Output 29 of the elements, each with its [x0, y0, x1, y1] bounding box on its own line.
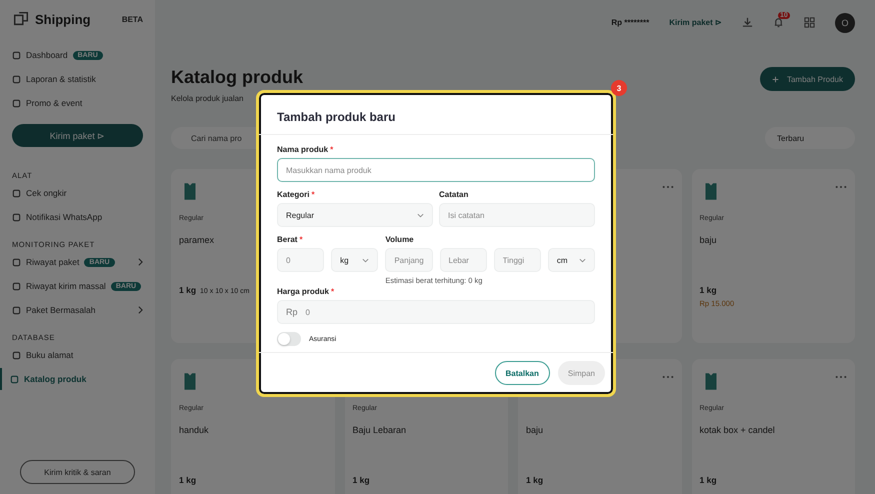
required-mark: * — [331, 287, 334, 296]
product-weight: 1 kg — [526, 475, 544, 485]
product-name: paramex — [179, 235, 214, 245]
product-weight: 1 kg — [700, 475, 717, 485]
product-name: baju — [700, 235, 717, 245]
dialog-title: Tambah produk baru — [259, 93, 613, 135]
product-weight: 1 kg — [352, 475, 370, 485]
balance-text: Rp ******** — [611, 18, 650, 27]
product-weight: 1 kg — [700, 285, 717, 295]
field-label: Volume — [385, 235, 414, 244]
app-logo: Shipping — [35, 12, 91, 26]
field-label: Kategori — [277, 190, 310, 199]
product-name: Baju Lebaran — [352, 425, 406, 435]
required-mark: * — [330, 145, 334, 154]
product-weight: 1 kg — [179, 475, 196, 485]
field-label: Harga produk — [277, 287, 330, 296]
step-marker: 3 — [611, 80, 627, 96]
field-label: Nama produk — [277, 145, 328, 154]
product-name: baju — [526, 425, 544, 435]
product-weight: 1 kg — [179, 285, 196, 295]
product-name: handuk — [179, 425, 209, 435]
beta-label: BETA — [122, 14, 143, 24]
required-mark: * — [311, 190, 315, 199]
page-title: Katalog produk — [171, 67, 304, 88]
field-label: Catatan — [439, 190, 468, 199]
page-subtitle: Kelola produk jualan — [171, 94, 244, 103]
required-mark: * — [299, 235, 303, 244]
field-label: Berat — [277, 235, 298, 244]
product-name: kotak box + candel — [700, 425, 775, 435]
